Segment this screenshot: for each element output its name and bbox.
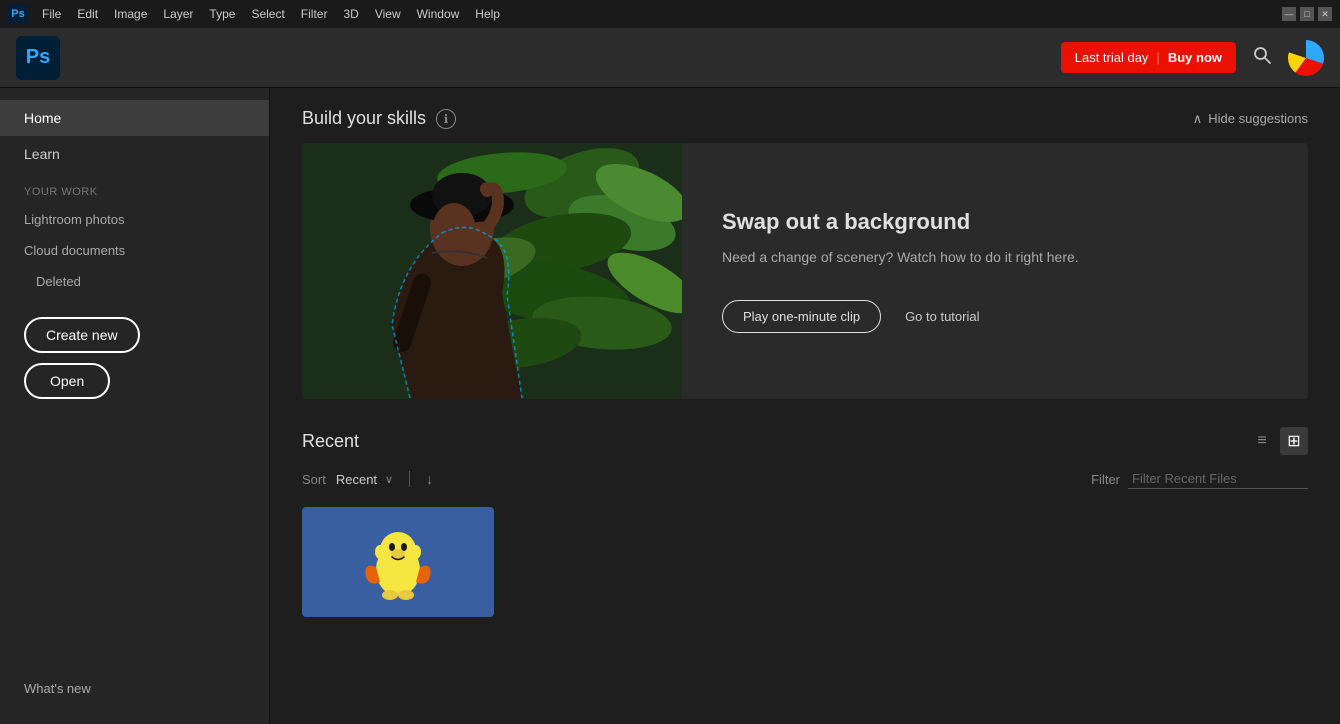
- maximize-button[interactable]: □: [1300, 7, 1314, 21]
- recent-header: Recent ≡ ⊞: [302, 427, 1308, 455]
- file-logo-svg: [358, 522, 438, 602]
- ps-logo-small: Ps: [8, 4, 28, 24]
- sort-divider: [409, 471, 410, 487]
- menu-type[interactable]: Type: [201, 0, 243, 28]
- avatar[interactable]: [1288, 40, 1324, 76]
- trial-button[interactable]: Last trial day | Buy now: [1061, 42, 1236, 73]
- menu-image[interactable]: Image: [106, 0, 155, 28]
- trial-label: Last trial day: [1075, 50, 1149, 65]
- view-toggles: ≡ ⊞: [1248, 427, 1308, 455]
- skill-title: Swap out a background: [722, 209, 1268, 235]
- buy-now-link[interactable]: Buy now: [1168, 50, 1222, 65]
- chevron-up-icon: ∧: [1193, 111, 1203, 127]
- menu-window[interactable]: Window: [409, 0, 468, 28]
- hide-label: Hide suggestions: [1208, 111, 1308, 126]
- file-thumbnail: [302, 507, 494, 617]
- sort-order-button[interactable]: ↓: [426, 471, 433, 487]
- menu-3d[interactable]: 3D: [335, 0, 366, 28]
- grid-icon: ⊞: [1287, 431, 1300, 451]
- sidebar-item-deleted[interactable]: Deleted: [0, 266, 269, 297]
- skills-title-area: Build your skills ℹ: [302, 108, 456, 129]
- app-bar: Ps Last trial day | Buy now: [0, 28, 1340, 88]
- grid-view-button[interactable]: ⊞: [1280, 427, 1308, 455]
- sidebar-item-cloud[interactable]: Cloud documents: [0, 235, 269, 266]
- skills-image-svg: [302, 143, 682, 399]
- arrow-down-icon: ↓: [426, 471, 433, 487]
- skills-title: Build your skills: [302, 108, 426, 129]
- search-icon: [1252, 45, 1272, 65]
- recent-files: [302, 507, 1308, 617]
- appbar-right: Last trial day | Buy now: [1061, 40, 1324, 76]
- list-view-button[interactable]: ≡: [1248, 427, 1276, 455]
- app-logo: Ps: [16, 36, 60, 80]
- open-button[interactable]: Open: [24, 363, 110, 399]
- recent-title: Recent: [302, 431, 359, 452]
- sort-selected: Recent: [336, 472, 377, 487]
- skill-actions: Play one-minute clip Go to tutorial: [722, 300, 1268, 333]
- go-tutorial-link[interactable]: Go to tutorial: [905, 309, 979, 324]
- sidebar-section-label: YOUR WORK: [0, 172, 269, 204]
- search-button[interactable]: [1252, 45, 1272, 70]
- sort-chevron-icon: ∨: [385, 473, 393, 486]
- menu-edit[interactable]: Edit: [69, 0, 106, 28]
- sidebar-actions: Create new Open: [0, 297, 269, 419]
- info-icon[interactable]: ℹ: [436, 109, 456, 129]
- skills-card: Swap out a background Need a change of s…: [302, 143, 1308, 399]
- sidebar-item-lightroom[interactable]: Lightroom photos: [0, 204, 269, 235]
- skills-header: Build your skills ℹ ∧ Hide suggestions: [302, 108, 1308, 129]
- filter-label: Filter: [1091, 472, 1120, 487]
- filter-input[interactable]: [1128, 469, 1308, 489]
- menu-help[interactable]: Help: [467, 0, 508, 28]
- menu-layer[interactable]: Layer: [155, 0, 201, 28]
- close-button[interactable]: ✕: [1318, 7, 1332, 21]
- menu-view[interactable]: View: [367, 0, 409, 28]
- menu-bar: Ps File Edit Image Layer Type Select Fil…: [8, 0, 508, 28]
- menu-file[interactable]: File: [34, 0, 69, 28]
- skill-description: Need a change of scenery? Watch how to d…: [722, 247, 1122, 268]
- sidebar-item-whats-new[interactable]: What's new: [24, 675, 245, 702]
- skills-content: Swap out a background Need a change of s…: [682, 143, 1308, 399]
- sort-bar: Sort Recent ∨ ↓ Filter: [302, 469, 1308, 489]
- sidebar: Home Learn YOUR WORK Lightroom photos Cl…: [0, 88, 270, 724]
- hide-suggestions-button[interactable]: ∧ Hide suggestions: [1193, 111, 1308, 127]
- sort-select[interactable]: Recent ∨: [336, 472, 393, 487]
- file-card[interactable]: [302, 507, 494, 617]
- skills-image: [302, 143, 682, 399]
- sort-label: Sort: [302, 472, 326, 487]
- main-area: Home Learn YOUR WORK Lightroom photos Cl…: [0, 88, 1340, 724]
- title-bar: Ps File Edit Image Layer Type Select Fil…: [0, 0, 1340, 28]
- sidebar-item-learn[interactable]: Learn: [0, 136, 269, 172]
- content-area: Build your skills ℹ ∧ Hide suggestions: [270, 88, 1340, 724]
- menu-select[interactable]: Select: [243, 0, 292, 28]
- create-new-button[interactable]: Create new: [24, 317, 140, 353]
- sidebar-item-home[interactable]: Home: [0, 100, 269, 136]
- menu-filter[interactable]: Filter: [293, 0, 336, 28]
- filter-area: Filter: [1091, 469, 1308, 489]
- window-controls: — □ ✕: [1282, 7, 1332, 21]
- appbar-left: Ps: [16, 36, 68, 80]
- sidebar-bottom: What's new: [0, 665, 269, 712]
- list-icon: ≡: [1257, 432, 1266, 450]
- minimize-button[interactable]: —: [1282, 7, 1296, 21]
- play-clip-button[interactable]: Play one-minute clip: [722, 300, 881, 333]
